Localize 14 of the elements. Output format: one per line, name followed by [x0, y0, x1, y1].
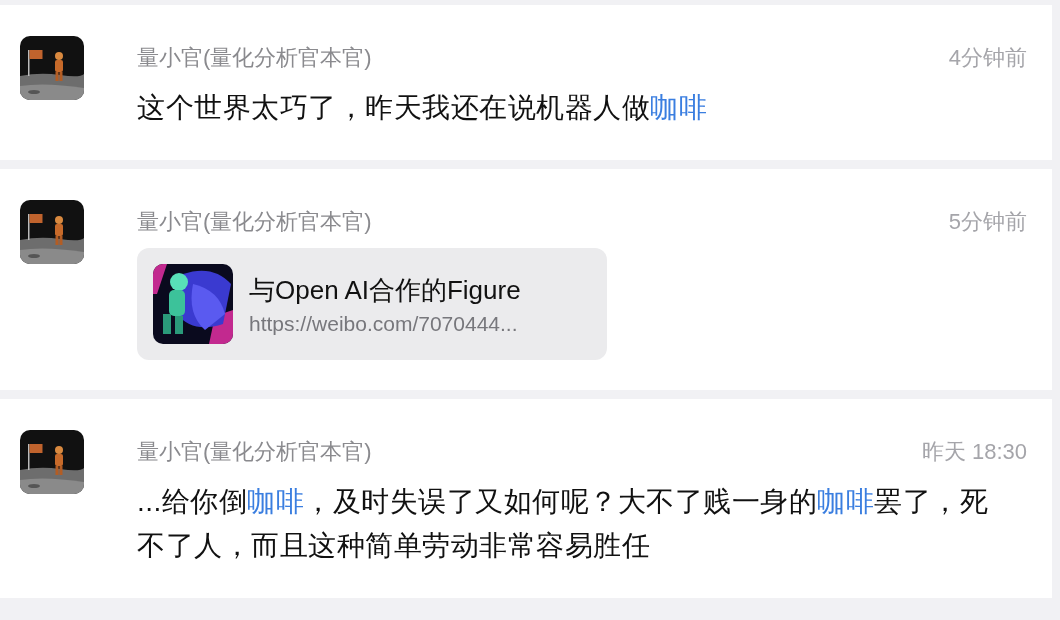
- link-title: 与Open AI合作的Figure: [249, 273, 521, 307]
- keyword-link[interactable]: 咖啡: [247, 486, 305, 517]
- author-name[interactable]: 量小官(量化分析官本官): [137, 43, 372, 73]
- keyword-link[interactable]: 咖啡: [650, 92, 707, 123]
- author-name[interactable]: 量小官(量化分析官本官): [137, 207, 372, 237]
- keyword-link[interactable]: 咖啡: [817, 486, 875, 517]
- link-preview-card[interactable]: 与Open AI合作的Figure https://weibo.com/7070444...: [137, 248, 607, 360]
- link-url: https://weibo.com/7070444...: [249, 311, 519, 336]
- post-text: ...给你倒咖啡，及时失误了又如何呢？大不了贱一身的咖啡罢了，死不了人，而且这种简单劳动非常容易胜任: [137, 485, 990, 563]
- post-time: 昨天 18:30: [921, 438, 1027, 466]
- author-name[interactable]: 量小官(量化分析官本官): [137, 437, 372, 467]
- post-text: 这个世界太巧了，昨天我还在说机器人做咖啡: [137, 91, 708, 125]
- post-time: 5分钟前: [948, 208, 1027, 236]
- post-time: 4分钟前: [948, 44, 1027, 72]
